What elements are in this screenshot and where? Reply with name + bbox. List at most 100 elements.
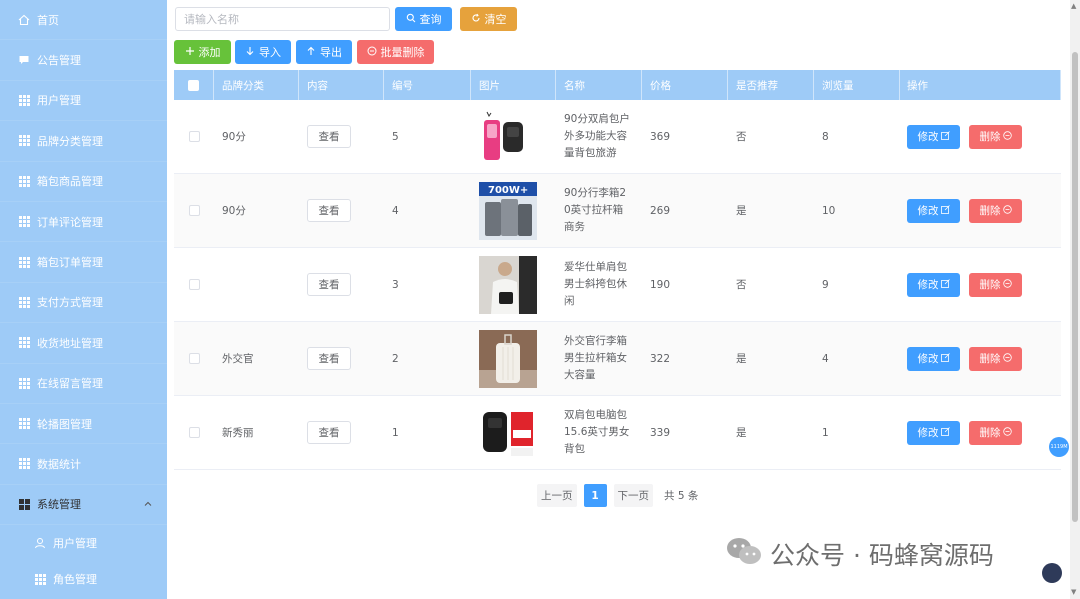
add-button[interactable]: 添加: [174, 40, 231, 64]
row-checkbox[interactable]: [188, 279, 200, 290]
scroll-up-arrow-icon[interactable]: ▲: [1071, 2, 1076, 10]
scroll-thumb[interactable]: [1072, 52, 1078, 522]
batch-delete-button[interactable]: 批量删除: [357, 40, 434, 64]
cell-name: 90分双肩包户外多功能大容量背包旅游: [556, 100, 642, 173]
sidebar-item-payment[interactable]: 支付方式管理: [0, 283, 167, 324]
sidebar-item-brand-category[interactable]: 品牌分类管理: [0, 121, 167, 162]
grid-icon: [18, 175, 30, 187]
table-header: 品牌分类 内容 编号 图片 名称 价格 是否推荐 浏览量 操作: [174, 70, 1061, 100]
search-input[interactable]: [175, 7, 390, 31]
product-table: 品牌分类 内容 编号 图片 名称 价格 是否推荐 浏览量 操作 90分 查看 5: [174, 70, 1061, 470]
import-button[interactable]: 导入: [235, 40, 291, 64]
cell-views: 10: [822, 204, 836, 217]
cell-recommend: 是: [736, 427, 747, 439]
cell-price: 269: [650, 204, 671, 217]
view-button[interactable]: 查看: [307, 125, 351, 148]
edit-button[interactable]: 修改: [907, 124, 960, 149]
sidebar-item-system[interactable]: 系统管理: [0, 485, 167, 526]
sidebar-subitem-users[interactable]: 用户管理: [0, 525, 167, 561]
cell-recommend: 是: [736, 205, 747, 217]
row-checkbox[interactable]: [188, 205, 200, 216]
select-all-checkbox[interactable]: [188, 79, 199, 91]
cell-content: 查看: [299, 322, 384, 395]
delete-button[interactable]: 删除: [969, 272, 1022, 297]
floating-badge[interactable]: 1119M: [1049, 437, 1069, 457]
page-number-current[interactable]: 1: [583, 484, 607, 507]
cell-image: [471, 322, 556, 395]
edit-button[interactable]: 修改: [907, 272, 960, 297]
main-content: 查询 清空 添加 导入 导出 批量删除 品牌分类 内容 编号 图片 名称 价格 …: [167, 0, 1070, 599]
watermark: 公众号 · 码蜂窝源码: [726, 536, 994, 572]
delete-button[interactable]: 删除: [969, 420, 1022, 445]
clear-button[interactable]: 清空: [460, 7, 517, 31]
sidebar-item-messages[interactable]: 在线留言管理: [0, 364, 167, 404]
view-button[interactable]: 查看: [307, 347, 351, 370]
sidebar-item-bag-products[interactable]: 箱包商品管理: [0, 162, 167, 202]
row-check-cell: [174, 322, 214, 395]
grid-icon: [18, 135, 30, 147]
product-image: [479, 403, 537, 462]
edit-button[interactable]: 修改: [907, 420, 960, 445]
row-checkbox[interactable]: [188, 353, 200, 364]
cell-no: 3: [392, 278, 399, 291]
table-row: 90分 查看 4 700W+ 90分行李箱20英寸拉杆箱商务 269 是 10 …: [174, 174, 1061, 248]
sidebar-item-address[interactable]: 收货地址管理: [0, 323, 167, 364]
delete-button[interactable]: 删除: [969, 346, 1022, 371]
scroll-down-arrow-icon[interactable]: ▼: [1071, 588, 1076, 596]
sidebar-subitem-roles[interactable]: 角色管理: [0, 561, 167, 597]
query-button[interactable]: 查询: [395, 7, 452, 31]
sidebar-item-statistics[interactable]: 数据统计: [0, 444, 167, 485]
export-button[interactable]: 导出: [296, 40, 352, 64]
cell-name: 外交官行李箱男生拉杆箱女大容量: [556, 322, 642, 395]
sidebar-item-notice[interactable]: 公告管理: [0, 40, 167, 81]
row-checkbox[interactable]: [188, 427, 200, 438]
product-image: [479, 255, 537, 314]
remove-circle-icon: [1002, 278, 1012, 291]
cell-image: [471, 248, 556, 321]
product-name: 外交官行李箱男生拉杆箱女大容量: [564, 335, 627, 381]
row-check-cell: [174, 100, 214, 173]
sidebar-item-users[interactable]: 用户管理: [0, 81, 167, 122]
sidebar-item-home[interactable]: 首页: [0, 0, 167, 41]
edit-button[interactable]: 修改: [907, 198, 960, 223]
table-row: 90分 查看 5 90分双肩包户外多功能大容量背包旅游 369 否 8 修改 删…: [174, 100, 1061, 174]
sidebar-item-order-comments[interactable]: 订单评论管理: [0, 202, 167, 243]
sidebar-item-bag-orders[interactable]: 箱包订单管理: [0, 242, 167, 283]
view-button[interactable]: 查看: [307, 273, 351, 296]
watermark-text: 公众号 · 码蜂窝源码: [770, 541, 994, 570]
cell-no: 4: [392, 204, 399, 217]
sidebar-item-label: 角色管理: [53, 573, 97, 587]
svg-text:700W+: 700W+: [488, 185, 528, 196]
sidebar-item-carousel[interactable]: 轮播图管理: [0, 404, 167, 445]
grid-icon: [18, 216, 30, 228]
cell-content: 查看: [299, 396, 384, 469]
sidebar-item-label: 品牌分类管理: [37, 134, 103, 148]
delete-button[interactable]: 删除: [969, 124, 1022, 149]
cell-category: 90分: [222, 131, 246, 143]
chevron-up-icon: [143, 499, 153, 512]
cell-price: 369: [650, 130, 671, 143]
cell-image: 700W+: [471, 174, 556, 247]
row-checkbox[interactable]: [188, 131, 200, 142]
grid-icon: [18, 458, 30, 470]
search-icon: [406, 13, 416, 26]
prev-page-button[interactable]: 上一页: [537, 484, 577, 507]
next-page-button[interactable]: 下一页: [613, 484, 653, 507]
grid-icon: [18, 94, 30, 106]
view-button[interactable]: 查看: [307, 199, 351, 222]
edit-icon: [940, 278, 950, 291]
edit-button[interactable]: 修改: [907, 346, 960, 371]
cell-recommend: 是: [736, 353, 747, 365]
cell-category: 90分: [222, 205, 246, 217]
delete-button[interactable]: 删除: [969, 198, 1022, 223]
view-button[interactable]: 查看: [307, 421, 351, 444]
header-category: 品牌分类: [214, 70, 299, 100]
product-name: 双肩包电脑包15.6英寸男女背包: [564, 409, 630, 455]
product-name: 爱华仕单肩包男士斜挎包休闲: [564, 261, 627, 307]
product-name: 90分双肩包户外多功能大容量背包旅游: [564, 113, 630, 159]
remove-circle-icon: [1002, 130, 1012, 143]
assistant-avatar-icon[interactable]: [1042, 563, 1062, 583]
page-scrollbar[interactable]: ▲ ▼: [1070, 0, 1080, 599]
home-icon: [18, 14, 30, 26]
cell-actions: 修改 删除: [900, 248, 1061, 321]
